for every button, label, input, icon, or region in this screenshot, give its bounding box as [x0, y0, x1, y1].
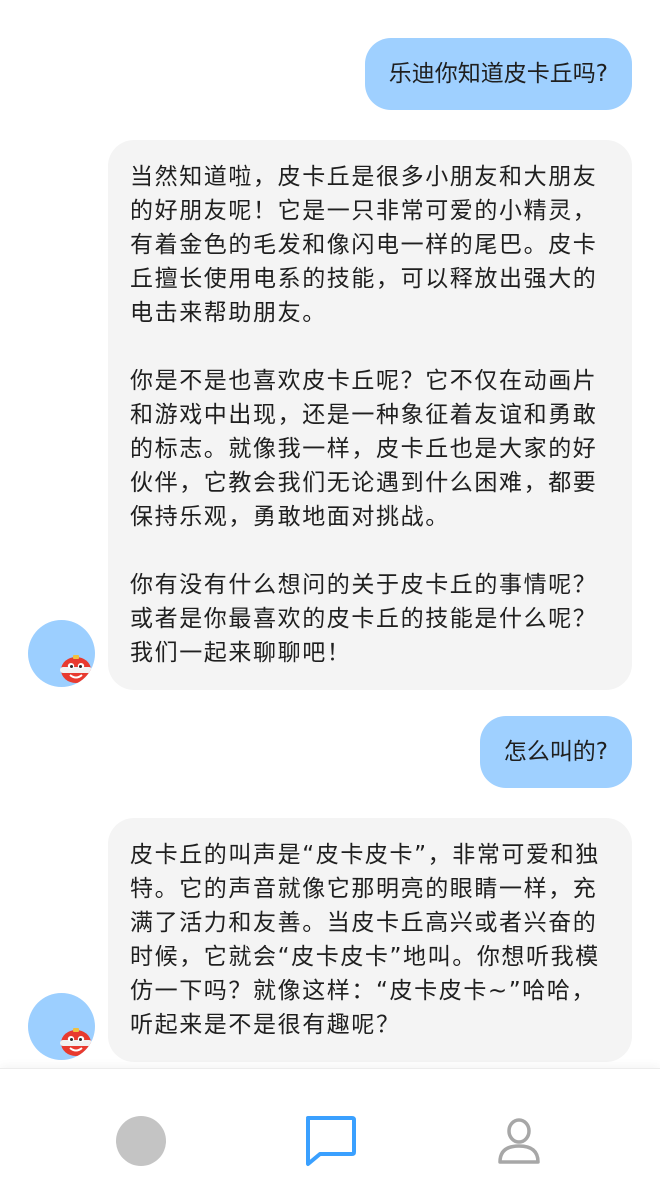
user-message-bubble: 乐迪你知道皮卡丘吗?: [364, 38, 632, 110]
bot-avatar[interactable]: [28, 620, 95, 687]
profile-icon: [498, 1118, 540, 1164]
nav-chat-button[interactable]: [302, 1113, 358, 1169]
nav-home-button[interactable]: [113, 1113, 169, 1169]
bot-message-paragraph: 当然知道啦，皮卡丘是很多小朋友和大朋友的好朋友呢！它是一只非常可爱的小精灵，有着…: [130, 164, 598, 326]
user-message-text: 乐迪你知道皮卡丘吗?: [388, 61, 608, 87]
home-icon: [116, 1116, 166, 1166]
bot-message-bubble: 皮卡丘的叫声是“皮卡皮卡”，非常可爱和独特。它的声音就像它那明亮的眼睛一样，充满…: [108, 818, 632, 1062]
jett-avatar-icon: [60, 655, 92, 683]
bottom-navigation-bar: [0, 1068, 660, 1188]
chat-icon: [306, 1116, 356, 1166]
nav-profile-button[interactable]: [491, 1113, 547, 1169]
user-message-bubble: 怎么叫的?: [479, 716, 632, 788]
bot-avatar[interactable]: [28, 993, 95, 1060]
bot-message-paragraph: 你是不是也喜欢皮卡丘呢？它不仅在动画片和游戏中出现，还是一种象征着友谊和勇敢的标…: [130, 368, 598, 530]
bot-message-paragraph: 皮卡丘的叫声是“皮卡皮卡”，非常可爱和独特。它的声音就像它那明亮的眼睛一样，充满…: [130, 842, 600, 1038]
user-message-text: 怎么叫的?: [503, 739, 608, 765]
bot-message-bubble: 当然知道啦，皮卡丘是很多小朋友和大朋友的好朋友呢！它是一只非常可爱的小精灵，有着…: [108, 140, 632, 690]
chat-area[interactable]: 乐迪你知道皮卡丘吗? 当然知道啦，皮卡丘是很多小朋友和大朋友的好朋友呢！它是一只…: [0, 0, 660, 1068]
bot-message-paragraph: 你有没有什么想问的关于皮卡丘的事情呢？或者是你最喜欢的皮卡丘的技能是什么呢？我们…: [130, 572, 598, 666]
jett-avatar-icon: [60, 1028, 92, 1056]
